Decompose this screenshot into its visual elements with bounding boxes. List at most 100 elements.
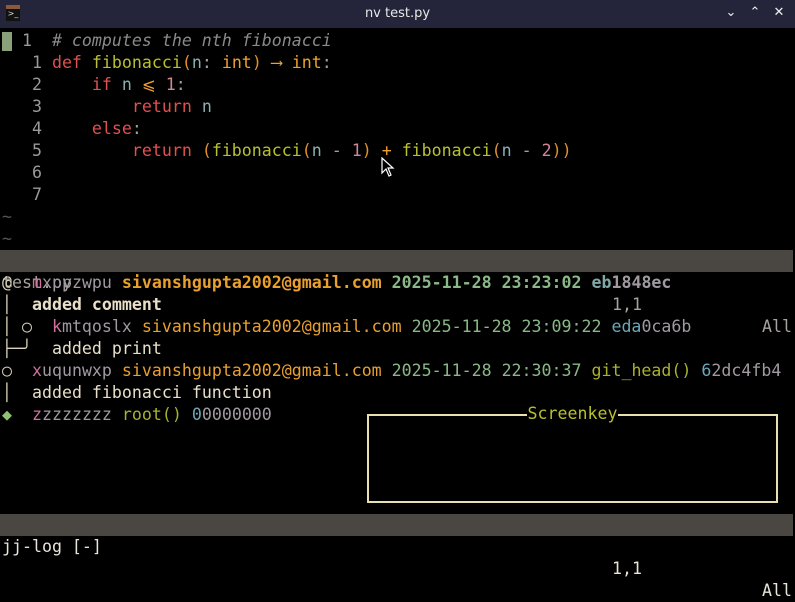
log-token: eda [611, 317, 642, 336]
code-token: n [311, 141, 332, 160]
log-token: root() [121, 405, 192, 424]
code-token: return [131, 97, 202, 116]
code-token: ( [201, 141, 212, 160]
log-token [12, 273, 32, 292]
status-scroll: All [762, 317, 792, 336]
code-token: def [51, 53, 92, 72]
screenkey-title: Screenkey [526, 404, 619, 423]
code-line: 3 return n [2, 96, 212, 118]
log-token: 0ca6b [641, 317, 692, 336]
code-token: ) [361, 141, 382, 160]
log-line: │ ○ kmtqoslx sivanshgupta2002@gmail.com … [2, 316, 691, 338]
code-token: # computes the nth fibonacci [51, 31, 332, 50]
code-line: 5 return (fibonacci(n - 1) + fibonacci(n… [2, 140, 572, 162]
code-token: ( [181, 53, 192, 72]
log-token: 1848ec [611, 273, 672, 292]
code-token: ⩽ [141, 75, 166, 94]
code-line: 7 [2, 184, 52, 206]
log-token: mtqoslx [61, 317, 142, 336]
code-token: : [175, 75, 186, 94]
code-token: 1 [165, 75, 176, 94]
code-token: n [191, 53, 202, 72]
log-token: m [31, 273, 42, 292]
mouse-pointer-icon [381, 157, 395, 177]
log-line: ◆ zzzzzzzz root() 00000000 [2, 404, 272, 426]
log-line: │ added comment [2, 294, 162, 316]
log-token: 0000000 [201, 405, 272, 424]
log-token: zzzzzzz [41, 405, 122, 424]
log-token: xppzwpu [41, 273, 122, 292]
log-token: git_head() [591, 361, 702, 380]
code-token: fibonacci [91, 53, 182, 72]
line-number: 5 [2, 141, 52, 160]
log-token: │ [2, 295, 22, 314]
jjlog-status-line: jj-log [-] 1,1 All [0, 514, 793, 600]
log-token: uqunwxp [41, 361, 122, 380]
line-number: 4 [2, 119, 52, 138]
empty-line-marker: ~ [2, 229, 12, 248]
log-token: 2025-11-28 23:09:22 [411, 317, 612, 336]
log-line: ○ xuqunwxp sivanshgupta2002@gmail.com 20… [2, 360, 781, 382]
line-number: 2 [2, 75, 52, 94]
log-token: @ [2, 273, 12, 292]
log-token: added print [51, 339, 162, 358]
log-token: │ [2, 383, 32, 402]
code-token: ⟶ [271, 53, 292, 72]
minimize-button[interactable]: ⌄ [722, 4, 740, 22]
log-token: k [51, 317, 62, 336]
line-number: 1 [2, 53, 52, 72]
log-token: 0 [191, 405, 202, 424]
log-token: 2025-11-28 22:30:37 [391, 361, 592, 380]
line-number: 3 [2, 97, 52, 116]
log-token: │ ○ [2, 317, 52, 336]
code-token: ( [301, 141, 312, 160]
code-line: 2 if n ⩽ 1: [2, 74, 186, 96]
title-bar: >_ nv test.py ⌄ ⌃ ✕ [0, 0, 795, 28]
line-number: 7 [2, 185, 52, 204]
code-token: n [201, 97, 212, 116]
log-token: sivanshgupta2002@gmail.com [121, 361, 392, 380]
code-line: 4 else: [2, 118, 142, 140]
log-token: z [31, 405, 42, 424]
log-token: added fibonacci function [31, 383, 272, 402]
log-token: eb [591, 273, 612, 292]
log-token: 2dc4fb4 [711, 361, 782, 380]
status-position: 1,1 [612, 559, 642, 578]
code-token: - [331, 141, 352, 160]
empty-line-marker: ~ [2, 207, 12, 226]
log-token: 2025-11-28 23:23:02 [391, 273, 592, 292]
code-token: n [501, 141, 522, 160]
log-token: sivanshgupta2002@gmail.com [121, 273, 392, 292]
log-token: x [31, 361, 42, 380]
screenkey-popup: Screenkey [367, 404, 778, 503]
code-token: ) [251, 53, 272, 72]
editor-status-line: test.py 1,1 All [0, 250, 793, 336]
status-position: 1,1 [612, 295, 642, 314]
code-token: int [221, 53, 252, 72]
log-line: │ added fibonacci function [2, 382, 272, 404]
log-token: ○ [2, 361, 32, 380]
log-token: ├─╯ [2, 339, 52, 358]
log-token: ◆ [2, 405, 32, 424]
log-token: added comment [21, 295, 162, 314]
maximize-button[interactable]: ⌃ [746, 4, 764, 22]
code-token: - [521, 141, 542, 160]
log-line: ├─╯ added print [2, 338, 162, 360]
close-button[interactable]: ✕ [770, 4, 788, 22]
code-token: )) [551, 141, 572, 160]
code-token: : [321, 53, 332, 72]
window-title: nv test.py [364, 6, 431, 21]
code-token: : [201, 53, 222, 72]
code-token: 1 [351, 141, 362, 160]
code-line: 1 def fibonacci(n: int) ⟶ int: [2, 52, 332, 74]
log-token: sivanshgupta2002@gmail.com [141, 317, 412, 336]
code-token: if [91, 75, 122, 94]
code-token: return [131, 141, 202, 160]
code-token: n [121, 75, 142, 94]
code-token: : [131, 119, 142, 138]
line-number: 1 [2, 31, 52, 50]
code-line: 1 # computes the nth fibonacci [2, 30, 332, 52]
